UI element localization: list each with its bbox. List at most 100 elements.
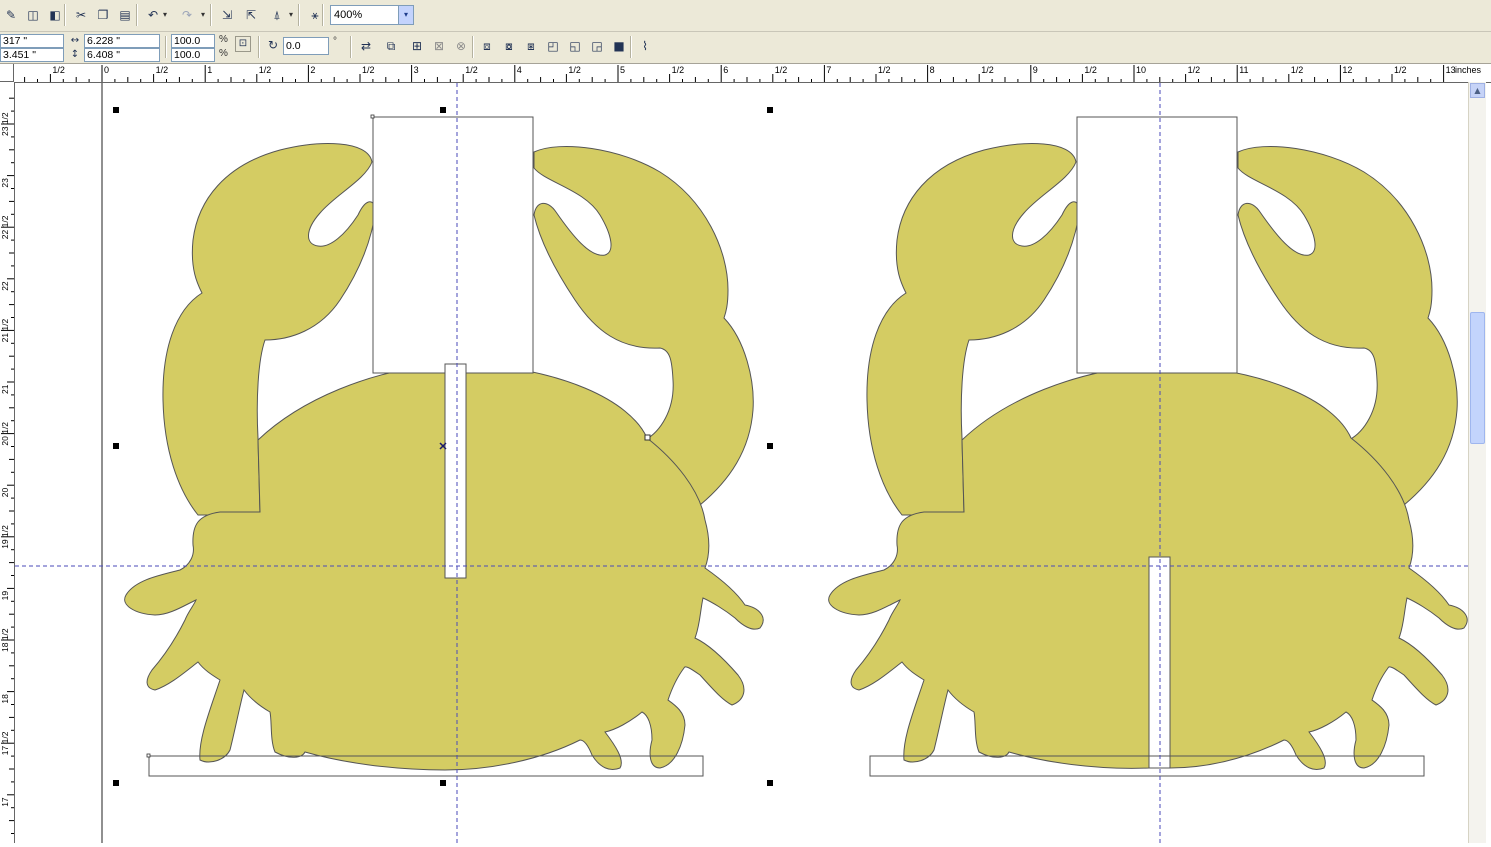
ruler-label: 1/2 xyxy=(878,65,891,75)
handle-middle-right[interactable] xyxy=(767,443,773,449)
object-height-field[interactable]: 6.408 " xyxy=(84,48,160,62)
object-position-x-field[interactable]: 317 " xyxy=(0,34,64,48)
undo-dropdown-arrow[interactable]: ▾ xyxy=(163,10,167,19)
ruler-label: 20 1/2 xyxy=(0,422,10,446)
welcome-screen-button[interactable]: ⚹ xyxy=(306,6,324,24)
zoom-level-combo[interactable]: 400% ▾ xyxy=(330,5,414,25)
scroll-up-button[interactable]: ▲ xyxy=(1470,83,1485,98)
handle-middle-left[interactable] xyxy=(113,443,119,449)
degree-unit: ° xyxy=(333,36,337,47)
crab-right-stand-top-panel[interactable] xyxy=(1076,116,1238,374)
ruler-label: 1/2 xyxy=(1188,65,1201,75)
copy-button[interactable]: ❐ xyxy=(94,6,112,24)
ruler-label: 4 xyxy=(517,65,522,75)
new-document-button[interactable]: ✎ xyxy=(2,6,20,24)
zoom-level-value: 400% xyxy=(334,9,363,21)
horizontal-ruler-marks: 1/2 0 1/2 1 1/2 2 1/2 3 1/2 4 1/2 5 1/2 6 1/2 7 1/2 8 1/2 9… xyxy=(24,65,1456,82)
back-minus-front-icon[interactable]: ◲ xyxy=(588,37,606,55)
chevron-up-icon: ▲ xyxy=(1474,86,1481,95)
redo-button[interactable]: ↷ xyxy=(178,6,196,24)
toolbar-separator xyxy=(258,36,260,58)
toolbar-separator xyxy=(350,36,352,58)
drawing-canvas[interactable] xyxy=(15,83,1468,843)
ruler-label: 1/2 xyxy=(981,65,994,75)
ruler-label: 1/2 xyxy=(1394,65,1407,75)
handle-bottom-left[interactable] xyxy=(113,780,119,786)
ruler-label: 5 xyxy=(620,65,625,75)
ruler-label: 1/2 xyxy=(156,65,169,75)
ruler-label: 7 xyxy=(826,65,831,75)
weld-icon[interactable]: ⧈ xyxy=(478,37,496,55)
node-marker[interactable] xyxy=(644,434,651,441)
ruler-label: 1/2 xyxy=(1291,65,1304,75)
handle-top-right[interactable] xyxy=(767,107,773,113)
redo-dropdown-arrow[interactable]: ▾ xyxy=(201,10,205,19)
ungroup-icon[interactable]: ⊞ xyxy=(408,37,426,55)
ruler-origin-corner[interactable] xyxy=(0,64,14,82)
save-icon: ◧ xyxy=(49,8,61,22)
ungroup-all-icon[interactable]: ⊠ xyxy=(430,37,448,55)
combine-icon[interactable]: ⊗ xyxy=(452,37,470,55)
undo-icon: ↶ xyxy=(147,8,159,22)
crab-left-stand-top-panel[interactable] xyxy=(372,116,534,374)
paste-button[interactable]: ▤ xyxy=(116,6,134,24)
intersect-icon[interactable]: ⧆ xyxy=(522,37,540,55)
vertical-ruler[interactable]: 23 1/2 23 22 1/2 22 21 1/2 21 20 1/2 20 19 1/2 19… xyxy=(0,82,15,843)
lock-ratio-icon[interactable]: ⊡ xyxy=(235,36,251,52)
toolbar-separator xyxy=(136,4,138,26)
handle-top-left[interactable] xyxy=(113,107,119,113)
scroll-thumb[interactable] xyxy=(1470,312,1485,444)
handle-bottom-right[interactable] xyxy=(767,780,773,786)
import-icon: ⇲ xyxy=(221,8,233,22)
ruler-label: 11 xyxy=(1239,65,1248,75)
zoom-dropdown-button[interactable]: ▾ xyxy=(398,6,413,24)
group-icon[interactable]: ⧉ xyxy=(382,37,400,55)
copy-icon: ❐ xyxy=(97,8,109,22)
create-boundary-icon[interactable]: ■ xyxy=(610,37,628,55)
ruler-label: 10 xyxy=(1136,65,1146,75)
convert-to-curves-icon[interactable]: ⌇ xyxy=(636,37,654,55)
trim-icon[interactable]: ⧇ xyxy=(500,37,518,55)
undo-button[interactable]: ↶ xyxy=(144,6,162,24)
crab-left-slot[interactable] xyxy=(444,363,467,579)
ruler-label: 1/2 xyxy=(259,65,272,75)
ruler-label: 1/2 xyxy=(465,65,478,75)
toolbar-separator xyxy=(472,36,474,58)
export-button[interactable]: ⇱ xyxy=(242,6,260,24)
ruler-label: 0 xyxy=(104,65,109,75)
scale-y-field[interactable]: 100.0 xyxy=(171,48,215,62)
ruler-unit-label: inches xyxy=(1455,65,1482,75)
node-marker[interactable] xyxy=(370,114,375,119)
open-icon: ◫ xyxy=(27,8,39,22)
ruler-label: 12 xyxy=(1342,65,1352,75)
cut-icon: ✂ xyxy=(75,8,87,22)
object-width-field[interactable]: 6.228 " xyxy=(84,34,160,48)
save-button[interactable]: ◧ xyxy=(46,6,64,24)
mirror-icon[interactable]: ⇄ xyxy=(357,37,375,55)
cut-button[interactable]: ✂ xyxy=(72,6,90,24)
redo-icon: ↷ xyxy=(181,8,193,22)
launcher-dropdown-arrow[interactable]: ▾ xyxy=(289,10,293,19)
ruler-label: 8 xyxy=(930,65,935,75)
object-position-y-field[interactable]: 3.451 " xyxy=(0,48,64,62)
welcome-screen-icon: ⚹ xyxy=(311,8,319,22)
ruler-label: 1 xyxy=(207,65,212,75)
simplify-icon[interactable]: ◰ xyxy=(544,37,562,55)
handle-bottom-center[interactable] xyxy=(440,780,446,786)
open-button[interactable]: ◫ xyxy=(24,6,42,24)
ruler-label: 17 1/2 xyxy=(0,731,10,755)
horizontal-ruler[interactable]: 1/2 0 1/2 1 1/2 2 1/2 3 1/2 4 1/2 5 1/2 6 1/2 7 1/2 8 1/2 9… xyxy=(0,64,1491,83)
crab-right[interactable] xyxy=(828,116,1468,777)
import-button[interactable]: ⇲ xyxy=(218,6,236,24)
ruler-label: 3 xyxy=(414,65,419,75)
ruler-label: 1/2 xyxy=(775,65,788,75)
rotation-angle-field[interactable]: 0.0 xyxy=(283,37,329,55)
scale-x-field[interactable]: 100.0 xyxy=(171,34,215,48)
handle-top-center[interactable] xyxy=(440,107,446,113)
application-launcher-button[interactable]: ⍋ xyxy=(268,6,286,24)
vertical-scrollbar[interactable]: ▲ xyxy=(1468,82,1486,843)
chevron-down-icon: ▾ xyxy=(403,10,408,19)
front-minus-back-icon[interactable]: ◱ xyxy=(566,37,584,55)
ruler-label: 23 1/2 xyxy=(0,112,10,136)
node-marker[interactable] xyxy=(146,753,151,758)
